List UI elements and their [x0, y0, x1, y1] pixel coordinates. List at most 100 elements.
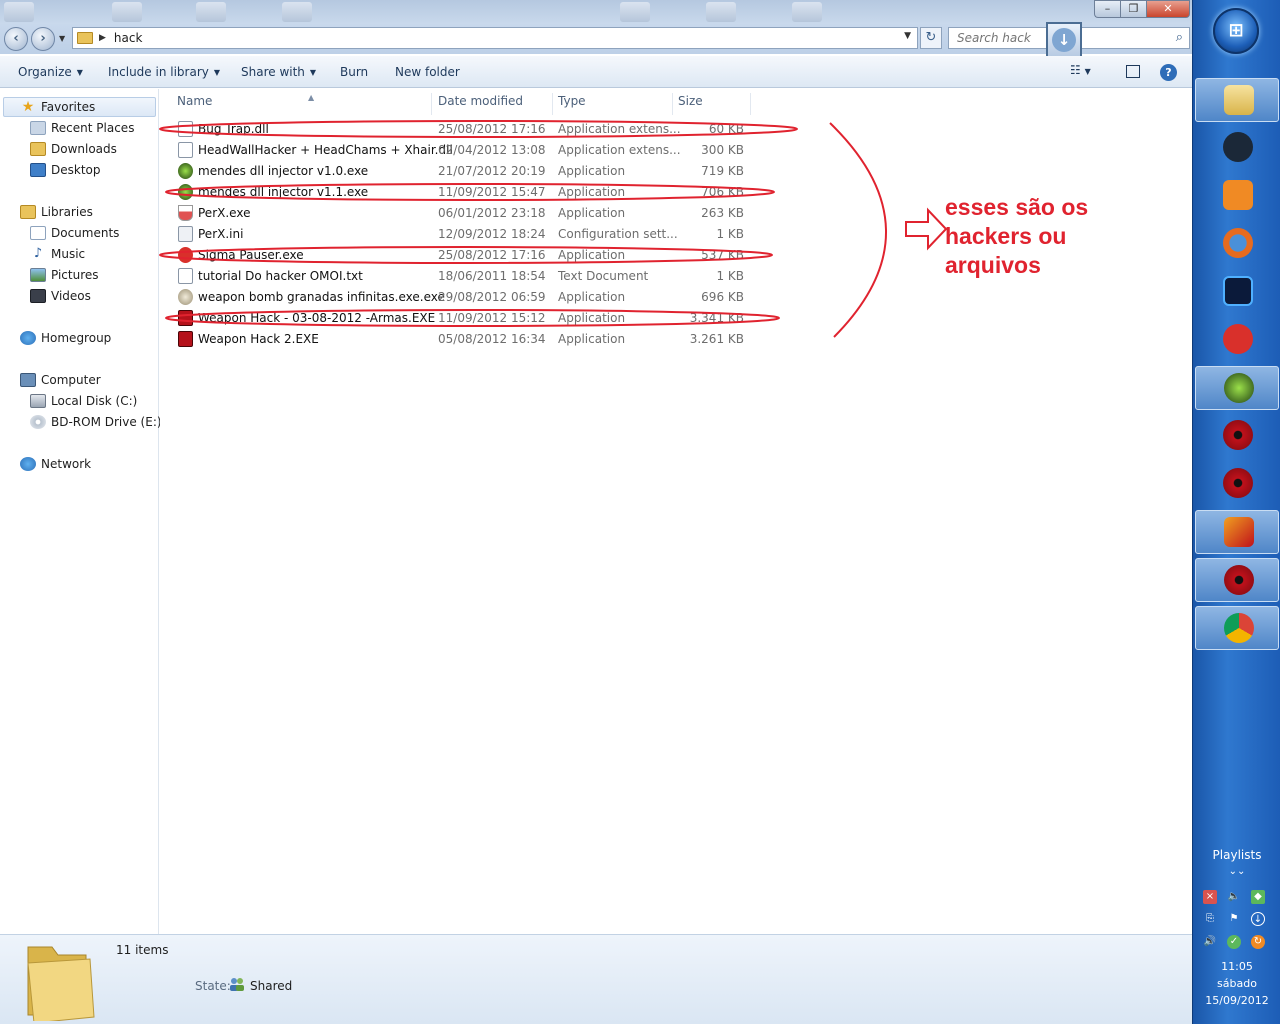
- nav-downloads[interactable]: Downloads: [30, 139, 117, 159]
- windows-logo-icon: ⊞: [1228, 20, 1244, 41]
- file-name: Weapon Hack 2.EXE: [198, 332, 319, 346]
- documents-icon: [30, 226, 46, 240]
- file-row[interactable]: weapon bomb granadas infinitas.exe.exe 29…: [176, 287, 756, 308]
- address-dropdown-icon[interactable]: ▼: [904, 31, 911, 41]
- nav-favorites[interactable]: ★ Favorites: [20, 97, 96, 117]
- forward-button[interactable]: ›: [31, 27, 55, 51]
- file-row[interactable]: Sigma Pauser.exe 25/08/2012 17:16 Applicat…: [176, 245, 756, 266]
- nav-homegroup[interactable]: Homegroup: [20, 328, 111, 348]
- chevron-down-icon[interactable]: ⌄⌄: [1193, 866, 1280, 877]
- refresh-button[interactable]: ↻: [920, 27, 942, 49]
- file-name: PerX.ini: [198, 227, 244, 241]
- taskbar-button[interactable]: [1195, 510, 1279, 554]
- share-with-label: Share with: [241, 65, 305, 79]
- downloads-folder-icon: [30, 142, 46, 156]
- column-header-date[interactable]: Date modified: [433, 93, 553, 115]
- column-header-name[interactable]: Name ▲: [172, 93, 432, 115]
- tray-app-icon[interactable]: ×: [1203, 890, 1217, 904]
- arrow-right-icon: ›: [40, 31, 46, 46]
- file-row[interactable]: Weapon Hack - 03-08-2012 -Armas.EXE 11/09…: [176, 308, 756, 329]
- nav-bd-rom[interactable]: BD-ROM Drive (E:): [30, 412, 162, 432]
- playlists-label[interactable]: Playlists: [1193, 848, 1280, 862]
- taskbar-button[interactable]: [1195, 78, 1279, 122]
- back-button[interactable]: ‹: [4, 27, 28, 51]
- nav-documents-label: Documents: [51, 226, 120, 240]
- nav-videos[interactable]: Videos: [30, 286, 91, 306]
- column-header-type[interactable]: Type: [553, 93, 673, 115]
- file-row[interactable]: Bug Trap.dll 25/08/2012 17:16 Application …: [176, 119, 756, 140]
- nav-music[interactable]: ♪ Music: [30, 244, 85, 264]
- nav-pictures[interactable]: Pictures: [30, 265, 99, 285]
- navigation-pane: ★ Favorites Recent Places Downloads Desk…: [0, 89, 162, 934]
- breadcrumb-separator-icon[interactable]: ▶: [99, 33, 106, 43]
- burn-button[interactable]: Burn: [340, 65, 368, 79]
- homegroup-icon: [20, 331, 36, 345]
- nav-network[interactable]: Network: [20, 454, 91, 474]
- file-size: 300 KB: [701, 143, 744, 157]
- address-bar[interactable]: ▶ hack ▼: [72, 27, 918, 49]
- nav-downloads-label: Downloads: [51, 142, 117, 156]
- annotation-text: esses são os hackers ou arquivos: [945, 194, 1089, 278]
- nav-recent-places[interactable]: Recent Places: [30, 118, 134, 138]
- search-icon[interactable]: ⌕: [1176, 30, 1183, 45]
- mendes-icon: [1224, 373, 1254, 403]
- search-input[interactable]: [949, 28, 1129, 48]
- taskbar-button[interactable]: [1195, 318, 1279, 362]
- nav-desktop[interactable]: Desktop: [30, 160, 101, 180]
- nav-computer[interactable]: Computer: [20, 370, 101, 390]
- file-row[interactable]: mendes dll injector v1.0.exe 21/07/2012 2…: [176, 161, 756, 182]
- desktop-ghost-icon: [706, 2, 736, 22]
- start-button[interactable]: ⊞: [1213, 8, 1259, 54]
- item-count: 11 items: [116, 943, 169, 957]
- taskbar-button[interactable]: [1195, 174, 1279, 218]
- volume-icon[interactable]: 🔈: [1227, 890, 1241, 904]
- close-button[interactable]: ✕: [1146, 0, 1190, 18]
- file-row[interactable]: mendes dll injector v1.1.exe 11/09/2012 1…: [176, 182, 756, 203]
- speaker-icon[interactable]: 🔊: [1203, 935, 1217, 949]
- organize-menu[interactable]: Organize ▼: [18, 65, 83, 79]
- breadcrumb-hack[interactable]: hack: [114, 31, 143, 45]
- taskbar-button[interactable]: [1195, 414, 1279, 458]
- include-in-library-menu[interactable]: Include in library ▼: [108, 65, 220, 79]
- taskbar-button[interactable]: [1195, 270, 1279, 314]
- clock[interactable]: 11:05 sábado 15/09/2012: [1193, 958, 1280, 1009]
- file-row[interactable]: Weapon Hack 2.EXE 05/08/2012 16:34 Applica…: [176, 329, 756, 350]
- file-row[interactable]: PerX.ini 12/09/2012 18:24 Configuration se…: [176, 224, 756, 245]
- taskbar-button[interactable]: [1195, 222, 1279, 266]
- action-center-flag-icon[interactable]: ⚑: [1227, 912, 1241, 926]
- network-icon: [20, 457, 36, 471]
- preview-pane-icon[interactable]: [1126, 65, 1140, 78]
- media-player-icon: [1223, 180, 1253, 210]
- security-icon[interactable]: ✓: [1227, 935, 1241, 949]
- chevron-down-icon: ▼: [213, 68, 221, 77]
- nav-local-disk[interactable]: Local Disk (C:): [30, 391, 137, 411]
- file-size: 719 KB: [701, 164, 744, 178]
- download-tray-icon[interactable]: ↓: [1251, 912, 1265, 926]
- file-row[interactable]: PerX.exe 06/01/2012 23:18 Application 263 K…: [176, 203, 756, 224]
- nvidia-icon[interactable]: ◆: [1251, 890, 1265, 904]
- sharingan-icon: [1224, 565, 1254, 595]
- taskbar-button[interactable]: [1195, 606, 1279, 650]
- file-row[interactable]: HeadWallHacker + HeadChams + Xhair.dll 02…: [176, 140, 756, 161]
- file-date: 25/08/2012 17:16: [438, 248, 546, 262]
- nav-documents[interactable]: Documents: [30, 223, 119, 243]
- file-size: 263 KB: [701, 206, 744, 220]
- recent-pages-chevron-icon[interactable]: ▼: [59, 34, 65, 43]
- taskbar-button[interactable]: [1195, 126, 1279, 170]
- share-with-menu[interactable]: Share with ▼: [241, 65, 316, 79]
- taskbar-button[interactable]: [1195, 462, 1279, 506]
- minimize-button[interactable]: –: [1094, 0, 1120, 18]
- nav-music-label: Music: [51, 247, 86, 261]
- taskbar-button[interactable]: [1195, 558, 1279, 602]
- network-tray-icon[interactable]: ⎘: [1203, 912, 1217, 926]
- file-row[interactable]: tutorial Do hacker OMOI.txt 18/06/2011 18…: [176, 266, 756, 287]
- view-options-icon[interactable]: ☷ ▼: [1070, 63, 1091, 81]
- update-icon[interactable]: ↻: [1251, 935, 1265, 949]
- help-icon[interactable]: ?: [1160, 64, 1177, 81]
- taskbar-button[interactable]: [1195, 366, 1279, 410]
- file-size: 3.261 KB: [689, 332, 744, 346]
- nav-libraries[interactable]: Libraries: [20, 202, 93, 222]
- maximize-button[interactable]: ❐: [1120, 0, 1146, 18]
- column-header-size[interactable]: Size: [673, 93, 751, 115]
- new-folder-button[interactable]: New folder: [395, 65, 460, 79]
